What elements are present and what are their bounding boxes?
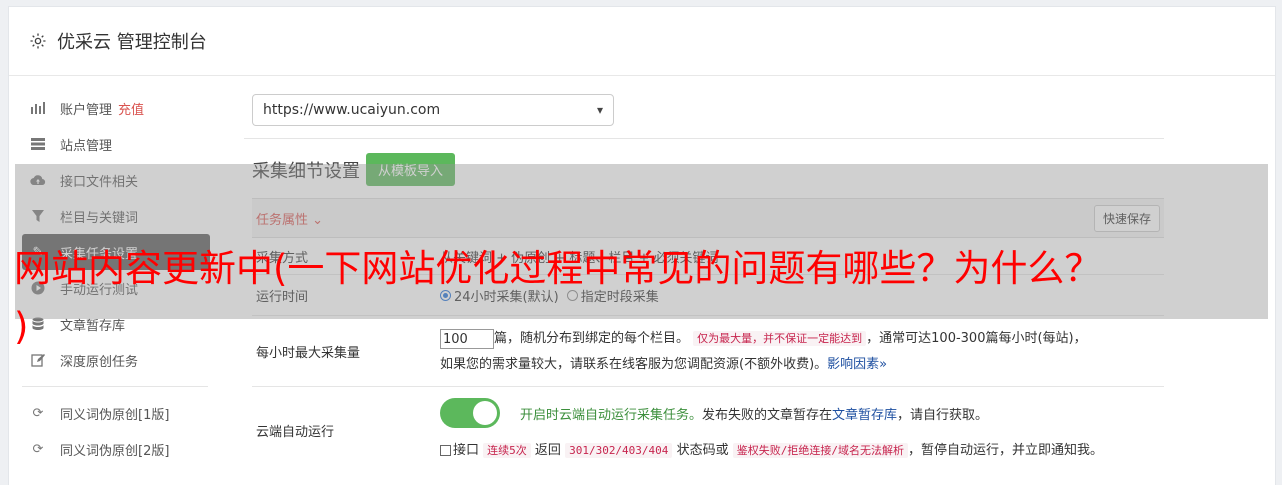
recharge-link[interactable]: 充值: [118, 99, 144, 118]
toggle-knob: [473, 401, 497, 425]
site-select[interactable]: https://www.ucaiyun.com ▾: [252, 94, 614, 126]
sidebar-item-label: 账户管理: [60, 102, 113, 118]
site-select-value: https://www.ucaiyun.com: [263, 102, 441, 118]
refresh-icon: ⟳: [32, 405, 44, 421]
page-title: 优采云 管理控制台: [57, 32, 207, 53]
code-note: 连续5次: [483, 443, 531, 458]
sidebar-item-synonym-v1[interactable]: ⟳ 同义词伪原创[1版]: [22, 395, 222, 431]
text: ，暂停自动运行，并立即通知我。: [907, 443, 1103, 458]
overlay-caption: 网站内容更新中(一下网站优化过程中常见的问题有哪些？为什么？ ): [14, 240, 1101, 356]
text: 发布失败的文章暂存在: [702, 407, 833, 423]
factors-link[interactable]: 影响因素»: [827, 357, 887, 372]
sidebar-item-label: 同义词伪原创[1版]: [60, 407, 170, 423]
chevron-down-icon: ▾: [596, 103, 603, 117]
row-label: 云端自动运行: [256, 424, 335, 440]
text: 接口: [453, 443, 480, 458]
server-icon: [30, 136, 46, 152]
overlay-line-1: 网站内容更新中(一下网站优化过程中常见的问题有哪些？为什么？: [14, 247, 1102, 290]
text: ，请自行获取。: [897, 407, 989, 423]
code-note: 301/302/403/404: [565, 443, 673, 458]
sidebar-item-sites[interactable]: 站点管理: [22, 126, 222, 162]
text: 如果您的需求量较大，请联系在线客服为您调配资源(不额外收费)。: [440, 357, 828, 372]
sidebar-item-account[interactable]: 账户管理 充值: [22, 90, 222, 126]
cloud-run-toggle[interactable]: [440, 398, 500, 428]
divider: [244, 138, 1164, 139]
cloud-line-2: 接口 连续5次 返回 301/302/403/404 状态码或 鉴权失败/拒绝连…: [440, 439, 1164, 458]
text: 状态码或: [676, 443, 729, 458]
row-content: 开启时云端自动运行采集任务。 发布失败的文章暂存在 文章暂存库 ，请自行获取。 接口…: [440, 387, 1164, 473]
overlay-line-2: ): [14, 305, 29, 348]
article-storage-link[interactable]: 文章暂存库: [832, 404, 897, 423]
gear-icon: [30, 33, 46, 49]
sidebar-item-label: 站点管理: [60, 138, 113, 154]
sidebar-item-synonym-v2[interactable]: ⟳ 同义词伪原创[2版]: [22, 431, 222, 467]
cloud-line-1: 开启时云端自动运行采集任务。 发布失败的文章暂存在 文章暂存库 ，请自行获取。: [440, 397, 1164, 429]
text: 返回: [534, 443, 561, 458]
header: 优采云 管理控制台: [9, 7, 1275, 76]
site-select-wrapper: https://www.ucaiyun.com ▾: [252, 94, 1164, 126]
refresh-icon: ⟳: [32, 441, 44, 457]
green-text: 开启时云端自动运行采集任务。: [520, 407, 703, 423]
pause-checkbox[interactable]: [440, 445, 451, 456]
code-note: 鉴权失败/拒绝连接/域名无法解析: [732, 443, 908, 458]
sidebar-divider: [22, 386, 208, 387]
row-cloud-run: 云端自动运行 开启时云端自动运行采集任务。 发布失败的文章暂存在 文章暂存库 ，请自…: [252, 387, 1164, 473]
bar-chart-icon: [30, 100, 46, 116]
link-label: 影响因素: [827, 357, 880, 372]
sidebar-item-label: 同义词伪原创[2版]: [60, 443, 170, 459]
chevron-down-icon: »: [879, 357, 888, 372]
